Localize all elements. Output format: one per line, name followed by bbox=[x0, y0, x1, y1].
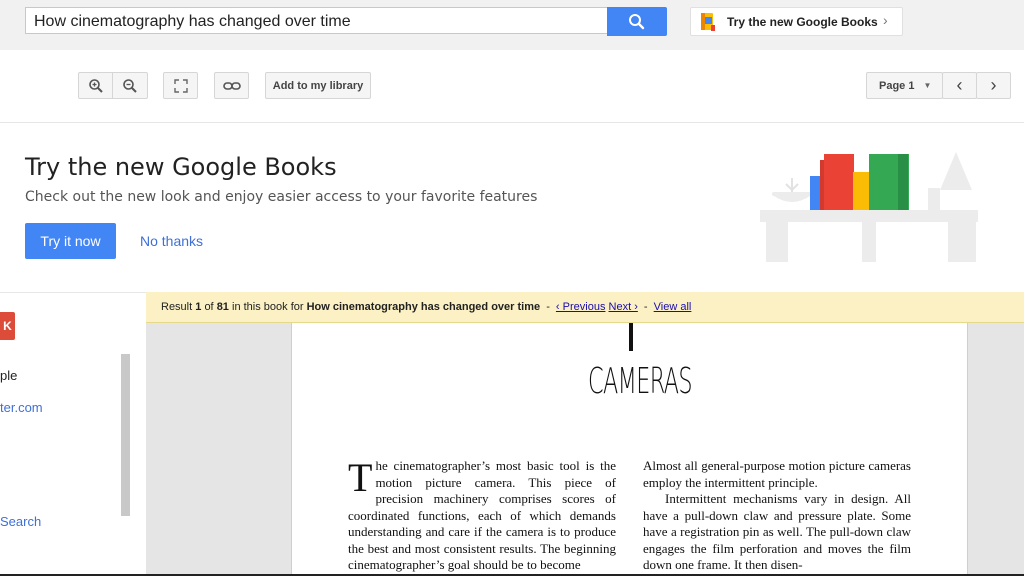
try-it-now-button[interactable]: Try it now bbox=[25, 223, 116, 259]
column-right-paragraph-2: Intermittent mechanisms vary in design. … bbox=[643, 491, 911, 572]
result-of: of bbox=[204, 301, 214, 313]
chapter-number-mark bbox=[629, 323, 633, 351]
book-column-left: The cinematographer’s most basic tool is… bbox=[348, 458, 616, 574]
result-index: 1 bbox=[195, 301, 202, 313]
sidebar-red-button-label: K bbox=[3, 319, 12, 333]
fullscreen-icon bbox=[173, 78, 188, 93]
sidebar-text: ple bbox=[0, 368, 18, 383]
search-result-bar: Result 1 of 81 in this book for How cine… bbox=[146, 292, 1024, 323]
page-select-label: Page 1 bbox=[879, 79, 915, 92]
bookshelf-illustration bbox=[760, 152, 978, 262]
sidebar-link-search[interactable]: Search bbox=[0, 514, 41, 529]
result-prefix: Result bbox=[161, 301, 193, 313]
result-separator: - bbox=[643, 301, 648, 313]
result-query: How cinematography has changed over time bbox=[306, 301, 541, 313]
previous-result-link[interactable]: ‹ Previous bbox=[556, 301, 606, 313]
promo-subtitle: Check out the new look and enjoy easier … bbox=[25, 189, 538, 205]
no-thanks-link[interactable]: No thanks bbox=[140, 233, 203, 249]
sidebar-link-site[interactable]: ter.com bbox=[0, 400, 43, 415]
search-icon bbox=[629, 14, 645, 30]
result-mid: in this book for bbox=[232, 301, 304, 313]
add-to-library-button[interactable]: Add to my library bbox=[265, 72, 371, 99]
next-page-button[interactable]: › bbox=[976, 72, 1011, 99]
try-new-label: Try the new Google Books bbox=[727, 15, 878, 29]
link-button[interactable] bbox=[214, 72, 249, 99]
sidebar-red-button[interactable]: K bbox=[0, 312, 15, 340]
column-right-paragraph-1: Almost all general-purpose motion pictur… bbox=[643, 458, 911, 490]
result-separator: - bbox=[546, 301, 550, 313]
sidebar-scrollbar[interactable] bbox=[121, 354, 130, 516]
search-input[interactable]: How cinematography has changed over time bbox=[25, 7, 607, 34]
view-all-link[interactable]: View all bbox=[654, 301, 692, 313]
books-logo-icon bbox=[701, 13, 715, 31]
next-result-link[interactable]: Next › bbox=[609, 301, 638, 313]
chevron-left-icon: ‹ bbox=[956, 75, 963, 95]
book-column-right: Almost all general-purpose motion pictur… bbox=[643, 458, 911, 574]
drop-cap: T bbox=[348, 455, 373, 500]
result-total: 81 bbox=[216, 301, 229, 313]
zoom-in-icon bbox=[88, 78, 103, 93]
try-new-google-books-button[interactable]: Try the new Google Books › bbox=[690, 7, 903, 36]
zoom-out-icon bbox=[123, 78, 137, 93]
chevron-right-icon: › bbox=[990, 75, 997, 95]
link-icon bbox=[222, 81, 241, 90]
chevron-right-icon: › bbox=[883, 12, 888, 28]
promo-title: Try the new Google Books bbox=[25, 153, 337, 181]
page-select[interactable]: Page 1 ▼ bbox=[866, 72, 943, 99]
fullscreen-button[interactable] bbox=[163, 72, 198, 99]
previous-page-button[interactable]: ‹ bbox=[942, 72, 977, 99]
add-to-library-label: Add to my library bbox=[272, 79, 364, 92]
search-button[interactable] bbox=[607, 7, 667, 36]
dropdown-arrow-icon: ▼ bbox=[923, 81, 932, 90]
column-left-text: he cinematographer’s most basic tool is … bbox=[348, 458, 616, 572]
chapter-title: CAMERAS bbox=[588, 361, 693, 402]
zoom-out-button[interactable] bbox=[112, 72, 148, 99]
zoom-in-button[interactable] bbox=[78, 72, 113, 99]
